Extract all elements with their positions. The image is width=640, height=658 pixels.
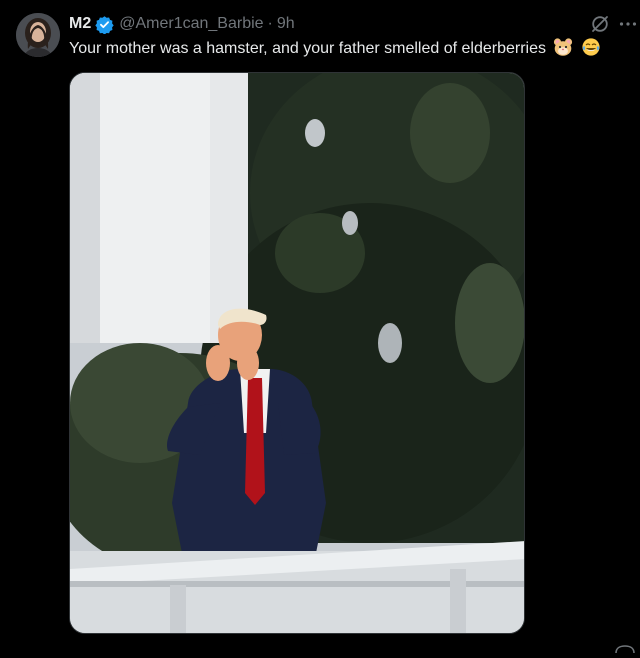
tweet-text-row: Your mother was a hamster, and your fath… xyxy=(69,37,637,64)
verified-badge-icon xyxy=(95,15,114,35)
tweet-text: Your mother was a hamster, and your fath… xyxy=(69,40,546,57)
separator-dot: · xyxy=(267,15,273,32)
hamster-face-emoji xyxy=(553,37,573,64)
tears-of-joy-emoji xyxy=(581,37,601,64)
avatar[interactable] xyxy=(16,13,60,57)
partial-icon xyxy=(614,640,636,654)
handle[interactable]: @Amer1can_Barbie xyxy=(119,15,263,33)
media-photo[interactable] xyxy=(69,72,525,634)
display-name[interactable]: M2 xyxy=(69,15,91,33)
timestamp[interactable]: 9h xyxy=(277,15,295,33)
tweet-header: M2 @Amer1can_Barbie · 9h xyxy=(69,13,295,35)
grok-icon[interactable] xyxy=(588,12,612,36)
more-icon[interactable] xyxy=(616,12,640,36)
tweet[interactable]: M2 @Amer1can_Barbie · 9h Your mother was… xyxy=(0,0,640,654)
